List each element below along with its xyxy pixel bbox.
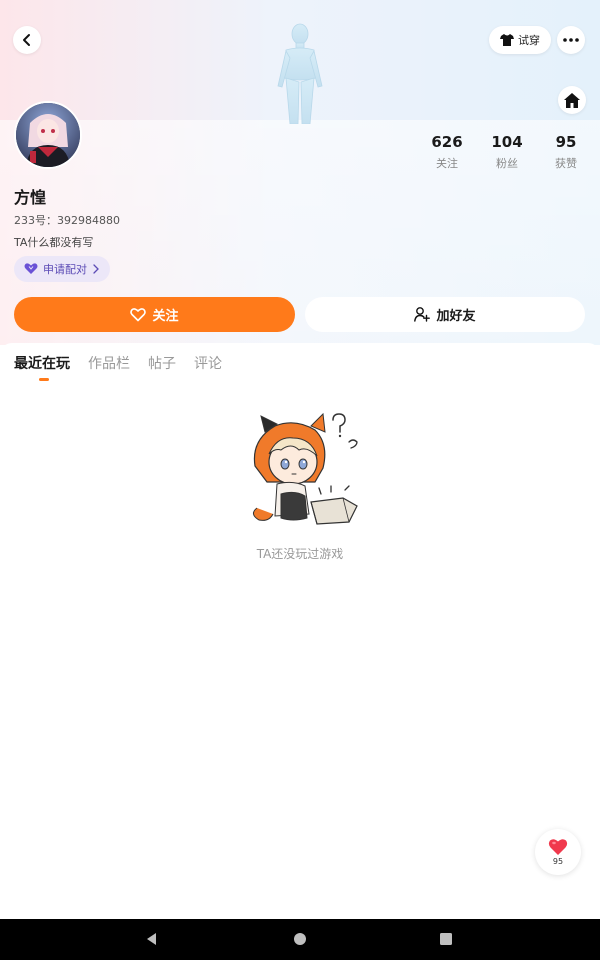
heart-pair-icon: [24, 263, 38, 274]
empty-state-illustration: [253, 412, 358, 525]
tab-recently-played[interactable]: 最近在玩: [14, 353, 70, 373]
avatar-image: [16, 103, 80, 167]
tshirt-icon: [500, 34, 514, 46]
stat-following-label: 关注: [436, 157, 458, 170]
stat-followers[interactable]: 104 粉丝: [477, 133, 537, 171]
home-icon: [564, 92, 580, 108]
stat-likes-value: 95: [555, 133, 577, 151]
nav-back-icon[interactable]: [144, 931, 160, 947]
stat-followers-label: 粉丝: [496, 157, 518, 170]
follow-label: 关注: [152, 309, 179, 324]
follow-button[interactable]: 关注: [14, 297, 295, 332]
nav-recents-icon[interactable]: [438, 931, 454, 947]
active-tab-indicator: [39, 378, 49, 381]
empty-state-message: TA还没玩过游戏: [256, 547, 344, 561]
try-on-button[interactable]: 试穿: [489, 26, 551, 54]
profile-bio: TA什么都没有写: [14, 236, 94, 249]
more-options-button[interactable]: [557, 26, 585, 54]
avatar[interactable]: [14, 101, 82, 169]
tab-works[interactable]: 作品栏: [88, 353, 130, 373]
add-friend-label: 加好友: [436, 309, 476, 324]
back-arrow-icon: [23, 34, 30, 46]
more-dots-icon: [563, 38, 579, 42]
avatar-figure-silhouette: [277, 23, 323, 124]
chevron-right-icon: [93, 264, 99, 274]
add-user-icon: [414, 307, 431, 322]
heart-outline-icon: [130, 307, 147, 321]
try-on-label: 试穿: [518, 34, 540, 47]
apply-pair-label: 申请配对: [43, 263, 87, 276]
profile-tabs: 最近在玩 作品栏 帖子 评论: [14, 353, 222, 373]
stat-followers-value: 104: [491, 133, 523, 151]
heart-filled-icon: [548, 839, 568, 855]
profile-nickname: 方惶: [14, 188, 47, 207]
stat-likes-label: 获赞: [555, 157, 577, 170]
system-navigation-bar: [0, 919, 600, 960]
apply-pair-button[interactable]: 申请配对: [14, 256, 110, 282]
like-count: 95: [552, 857, 564, 866]
stat-following[interactable]: 626 关注: [417, 133, 477, 171]
tab-comments[interactable]: 评论: [194, 353, 222, 373]
like-float-button[interactable]: 95: [535, 829, 581, 875]
back-button[interactable]: [13, 26, 41, 54]
stat-following-value: 626: [431, 133, 463, 151]
add-friend-button[interactable]: 加好友: [305, 297, 585, 332]
nav-home-icon[interactable]: [292, 931, 308, 947]
stat-likes[interactable]: 95 获赞: [536, 133, 596, 171]
home-button[interactable]: [558, 86, 586, 114]
tab-posts[interactable]: 帖子: [148, 353, 176, 373]
profile-uid[interactable]: 233号：392984880: [14, 212, 120, 228]
